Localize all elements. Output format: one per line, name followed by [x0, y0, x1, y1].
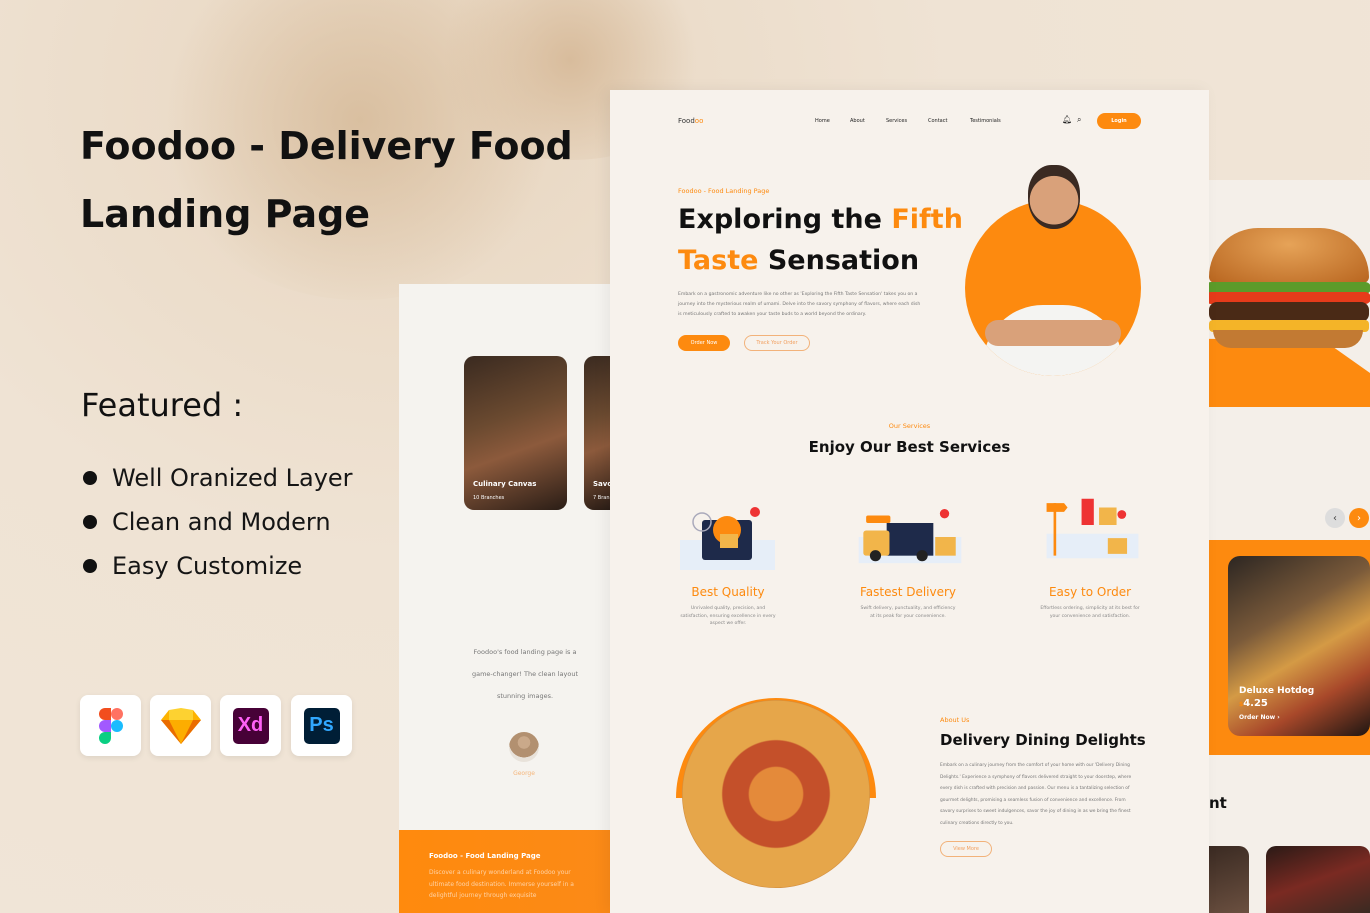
service-best-quality: Best Quality Unrivaled quality, precision…	[680, 585, 776, 627]
about-heading: Delivery Dining Delights	[940, 731, 1146, 749]
carousel-prev-button[interactable]: ‹	[1325, 508, 1345, 528]
testimonial-text: stunning images.	[496, 692, 554, 700]
feature-item: Clean and Modern	[83, 500, 353, 544]
service-fastest-delivery: Fastest Delivery Swift delivery, punctual…	[859, 585, 957, 619]
nav-services[interactable]: Services	[886, 118, 907, 124]
nav-contact[interactable]: Contact	[928, 118, 947, 124]
reviewer-avatar	[509, 732, 539, 762]
service-easy-to-order: Easy to Order Effortless ordering, simpli…	[1040, 585, 1140, 619]
xd-icon: Xd	[220, 695, 281, 756]
track-order-button[interactable]: Track Your Order	[744, 335, 810, 351]
feature-item: Easy Customize	[83, 544, 353, 588]
footer-title: Foodoo - Food Landing Page	[429, 852, 541, 860]
delivery-truck-illustration-icon	[858, 509, 962, 564]
testimonial-text: Foodoo's food landing page is a	[473, 648, 577, 656]
chef-head	[1028, 165, 1080, 229]
view-more-button[interactable]: View More	[940, 841, 992, 857]
bullet-icon	[83, 471, 97, 485]
order-now-button[interactable]: Order Now	[678, 335, 730, 351]
about-text: Embark on a culinary journey from the co…	[940, 763, 1132, 826]
hero-title-line2: Taste Sensation	[678, 245, 920, 276]
section-heading: nt	[1209, 794, 1227, 812]
footer: Foodoo - Food Landing Page Discover a cu…	[399, 830, 610, 913]
testimonial-text: game-changer! The clean layout	[471, 670, 579, 678]
nav-testimonials[interactable]: Testimonials	[970, 118, 1001, 124]
hero-tag: Foodoo - Food Landing Page	[678, 187, 770, 195]
order-now-link[interactable]: Order Now ›	[1239, 714, 1280, 721]
hero-title-line1: Exploring the Fifth	[678, 204, 963, 235]
branch-card[interactable]: Culinary Canvas 10 Branches	[464, 356, 567, 510]
photoshop-icon: Ps	[291, 695, 352, 756]
feature-item: Well Oranized Layer	[83, 456, 353, 500]
promo-title: Foodoo - Delivery Food Landing Page	[80, 124, 573, 236]
burger-hero	[1209, 180, 1370, 407]
about-tag: About Us	[940, 716, 970, 724]
featured-heading: Featured :	[81, 386, 244, 424]
reviewer-name: George	[513, 770, 535, 777]
gallery-image	[1209, 846, 1249, 913]
quality-illustration-icon	[680, 507, 775, 570]
nav-about[interactable]: About	[850, 118, 865, 124]
order-illustration-icon	[1046, 498, 1139, 559]
menu-item-price: 4.25	[1243, 698, 1268, 709]
branch-card[interactable]: Savo 7 Bran	[584, 356, 610, 510]
bullet-icon	[83, 559, 97, 573]
search-icon[interactable]: ⌕	[1077, 115, 1081, 125]
gallery-image	[1266, 846, 1370, 913]
hero-text: Embark on a gastronomic adventure like n…	[678, 292, 921, 317]
logo[interactable]: Foodoo	[678, 117, 703, 125]
menu-card[interactable]: Deluxe Hotdog $4.25 Order Now ›	[1228, 556, 1370, 736]
services-tag: Our Services	[888, 422, 931, 430]
feature-list: Well Oranized Layer Clean and Modern Eas…	[83, 456, 353, 588]
sketch-icon	[150, 695, 211, 756]
nav-home[interactable]: Home	[815, 118, 830, 124]
menu-item-name: Deluxe Hotdog	[1239, 686, 1315, 696]
bell-icon[interactable]: 🔔︎	[1062, 115, 1072, 124]
burger-bun-icon	[1209, 228, 1369, 283]
carousel-next-button[interactable]: ›	[1349, 508, 1369, 528]
figma-icon	[80, 695, 141, 756]
bullet-icon	[83, 515, 97, 529]
login-button[interactable]: Login	[1097, 113, 1141, 129]
pizza-image	[682, 700, 870, 888]
services-heading: Enjoy Our Best Services	[808, 438, 1011, 456]
footer-text: Discover a culinary wonderland at Foodoo…	[429, 869, 574, 899]
